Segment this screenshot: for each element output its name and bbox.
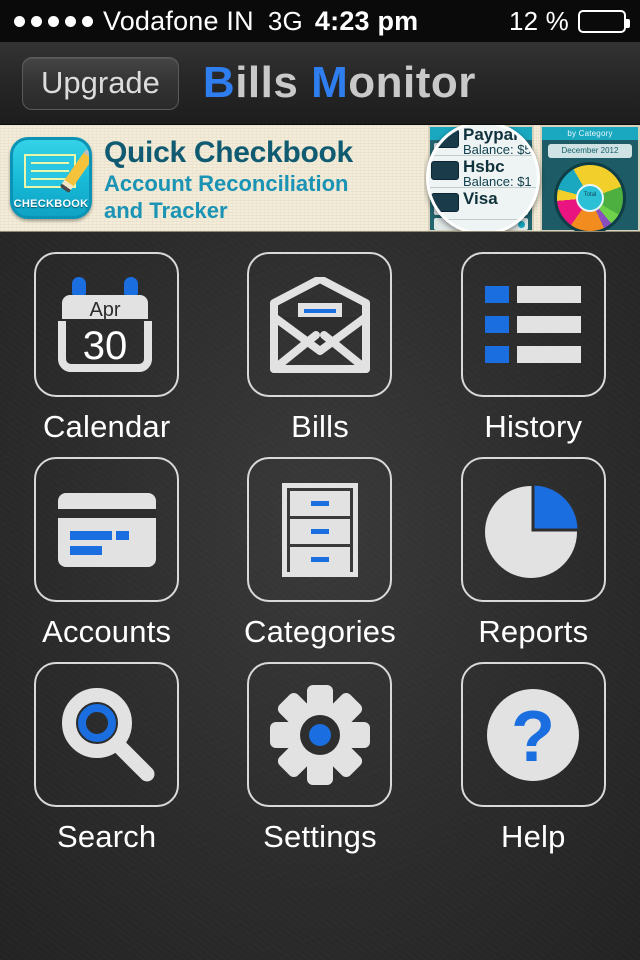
status-bar: Vodafone IN 3G 4:23 pm 12 % [0, 0, 640, 42]
ad-pie-center-label: Total [576, 184, 604, 212]
visa-card-icon [431, 193, 459, 212]
history-tile[interactable] [460, 252, 606, 397]
svg-text:30: 30 [83, 324, 128, 368]
pie-chart-icon [485, 481, 581, 578]
ad-screenshot-reports: by Category December 2012 Total Charity … [540, 125, 640, 231]
settings-tile[interactable] [247, 662, 393, 807]
home-icon-grid: Apr 30 Calendar Bills History Accounts C… [0, 232, 640, 960]
title-text-onitor: onitor [348, 58, 476, 107]
ad-screenshot-reports-header: by Category [542, 127, 638, 140]
grid-item-search[interactable]: Search [7, 662, 207, 852]
grid-label-history: History [484, 409, 583, 444]
ad-magnified-account-row: Paypal Balance: $5 [429, 125, 537, 157]
navigation-bar: Upgrade Bills Monitor [0, 42, 640, 125]
reports-tile[interactable] [460, 457, 606, 602]
grid-item-help[interactable]: ? Help [433, 662, 633, 852]
upgrade-button[interactable]: Upgrade [22, 56, 179, 110]
page-title: Bills Monitor [203, 58, 476, 108]
grid-label-calendar: Calendar [42, 409, 171, 444]
grid-row: Accounts Categories Reports [0, 457, 640, 647]
ad-subtitle-line2: and Tracker [104, 198, 228, 224]
grid-label-help: Help [501, 819, 566, 854]
search-tile[interactable] [34, 662, 180, 807]
title-letter-b: B [202, 58, 236, 107]
grid-label-reports: Reports [478, 614, 589, 649]
ad-title: Quick Checkbook [104, 136, 353, 169]
grid-label-settings: Settings [263, 819, 377, 854]
ad-screenshots: Accounts by Category December 2012 Total [424, 125, 640, 231]
ad-magnified-account-balance: Balance: $1 [463, 174, 532, 189]
grid-item-bills[interactable]: Bills [220, 252, 420, 442]
calendar-tile[interactable]: Apr 30 [34, 252, 180, 397]
magnifier-icon [61, 687, 155, 781]
title-space [298, 58, 311, 107]
app-root: Vodafone IN 3G 4:23 pm 12 % Upgrade Bill… [0, 0, 640, 960]
svg-text:?: ? [511, 697, 555, 777]
grid-item-accounts[interactable]: Accounts [7, 457, 207, 647]
grid-row: Search Settings ? Help [0, 662, 640, 852]
ad-magnified-account-row: Visa [429, 188, 537, 220]
grid-row: Apr 30 Calendar Bills History [0, 252, 640, 442]
grid-label-bills: Bills [291, 409, 349, 444]
grid-item-reports[interactable]: Reports [433, 457, 633, 647]
grid-item-calendar[interactable]: Apr 30 Calendar [7, 252, 207, 442]
accounts-tile[interactable] [34, 457, 180, 602]
ad-magnified-account-balance: Balance: $5 [463, 142, 532, 157]
grid-label-categories: Categories [244, 614, 396, 649]
battery-percent-label: 12 % [508, 5, 569, 36]
list-icon [485, 285, 582, 363]
credit-card-icon [57, 492, 156, 567]
grid-item-categories[interactable]: Categories [220, 457, 420, 647]
grid-item-settings[interactable]: Settings [220, 662, 420, 852]
calendar-icon: Apr 30 [58, 276, 153, 372]
signal-strength-icon [14, 15, 93, 27]
help-tile[interactable]: ? [460, 662, 606, 807]
ad-magnifier-overlay: Paypal Balance: $5 Hsbc Balance: $1 Visa [426, 125, 540, 231]
grid-label-accounts: Accounts [42, 614, 172, 649]
hsbc-card-icon [431, 161, 459, 180]
categories-tile[interactable] [247, 457, 393, 602]
question-mark-icon: ? [487, 688, 580, 781]
ad-magnified-account-name: Paypal [463, 125, 518, 144]
ad-banner[interactable]: CHECKBOOK Quick Checkbook Account Reconc… [0, 125, 640, 232]
filing-cabinet-icon [281, 482, 358, 577]
clock-label: 4:23 pm [314, 5, 419, 36]
ad-screenshot-month-label: December 2012 [548, 144, 632, 158]
status-bar-right: 12 % [508, 5, 630, 37]
grid-label-search: Search [56, 819, 157, 854]
battery-icon [578, 9, 630, 33]
grid-item-history[interactable]: History [433, 252, 633, 442]
ad-magnified-account-name: Visa [463, 189, 498, 208]
paypal-card-icon [431, 129, 459, 148]
ad-magnified-account-name: Hsbc [463, 157, 505, 176]
carrier-label: Vodafone IN [103, 5, 254, 36]
title-text-ills: ills [235, 58, 299, 107]
bills-tile[interactable] [247, 252, 393, 397]
ad-text-block: Quick Checkbook Account Reconciliation a… [104, 125, 353, 231]
ad-screenshot-pie-chart: Total [554, 162, 626, 231]
ad-magnified-account-row: Hsbc Balance: $1 [429, 156, 537, 189]
gear-icon [269, 684, 370, 785]
checkbook-ribbon-label: CHECKBOOK [13, 198, 89, 210]
network-type-label: 3G [267, 5, 303, 36]
envelope-icon [269, 276, 370, 373]
ad-subtitle-line1: Account Reconciliation [104, 170, 349, 196]
checkbook-app-icon: CHECKBOOK [10, 137, 92, 219]
title-letter-m: M [311, 58, 349, 107]
svg-text:Apr: Apr [90, 299, 121, 321]
